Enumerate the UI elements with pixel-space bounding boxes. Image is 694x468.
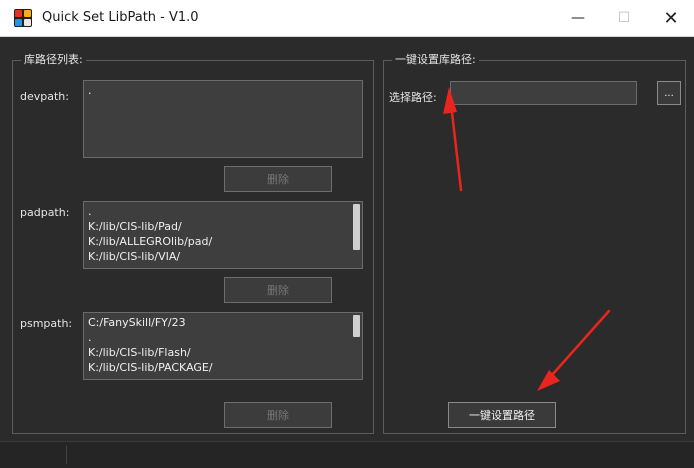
maximize-button[interactable]: ☐ xyxy=(601,0,647,36)
set-library-path-title: 一键设置库路径: xyxy=(392,53,479,67)
set-path-button[interactable]: 一键设置路径 xyxy=(448,402,556,428)
window-title: Quick Set LibPath - V1.0 xyxy=(42,10,199,25)
list-item[interactable]: K:/lib/CIS-lib/Flash/ xyxy=(88,345,362,360)
minimize-icon: — xyxy=(571,10,585,26)
library-path-list-title: 库路径列表: xyxy=(21,53,86,67)
close-button[interactable]: ✕ xyxy=(648,0,694,36)
list-item[interactable]: . xyxy=(88,204,362,219)
status-bar xyxy=(0,441,694,468)
padpath-delete-button[interactable]: 删除 xyxy=(224,277,332,303)
psmpath-label: psmpath: xyxy=(20,317,73,330)
padpath-label: padpath: xyxy=(20,206,70,219)
psmpath-list[interactable]: C:/FanySkill/FY/23 . K:/lib/CIS-lib/Flas… xyxy=(83,312,363,380)
padpath-list[interactable]: . K:/lib/CIS-lib/Pad/ K:/lib/ALLEGROlib/… xyxy=(83,201,363,269)
devpath-delete-button[interactable]: 删除 xyxy=(224,166,332,192)
devpath-label: devpath: xyxy=(20,90,69,103)
set-library-path-group: 一键设置库路径: 选择路径: ... 一键设置路径 xyxy=(383,53,686,434)
path-input[interactable] xyxy=(450,81,637,105)
psmpath-scrollbar[interactable] xyxy=(353,315,360,337)
maximize-icon: ☐ xyxy=(617,10,631,26)
psmpath-delete-button[interactable]: 删除 xyxy=(224,402,332,428)
devpath-list[interactable]: . xyxy=(83,80,363,158)
select-path-label: 选择路径: xyxy=(389,91,437,104)
list-item[interactable]: . xyxy=(88,330,362,345)
list-item[interactable]: K:/lib/ALLEGROlib/pad/ xyxy=(88,234,362,249)
minimize-button[interactable]: — xyxy=(555,0,601,36)
list-item[interactable]: K:/lib/CIS-lib/VIA/ xyxy=(88,249,362,264)
padpath-scrollbar[interactable] xyxy=(353,204,360,250)
title-bar[interactable]: Quick Set LibPath - V1.0 — ☐ ✕ xyxy=(0,0,694,37)
browse-button[interactable]: ... xyxy=(657,81,681,105)
close-icon: ✕ xyxy=(663,7,679,29)
list-item[interactable]: K:/lib/CIS-lib/Pad/ xyxy=(88,219,362,234)
status-separator xyxy=(66,446,67,464)
list-item[interactable]: . xyxy=(88,83,362,98)
main-content: 库路径列表: devpath: . 删除 padpath: . K:/lib/C… xyxy=(0,37,694,441)
list-item[interactable]: C:/FanySkill/FY/23 xyxy=(88,315,362,330)
app-logo-icon xyxy=(14,9,32,27)
list-item[interactable]: K:/lib/CIS-lib/PACKAGE/ xyxy=(88,360,362,375)
library-path-list-group: 库路径列表: devpath: . 删除 padpath: . K:/lib/C… xyxy=(12,53,374,434)
